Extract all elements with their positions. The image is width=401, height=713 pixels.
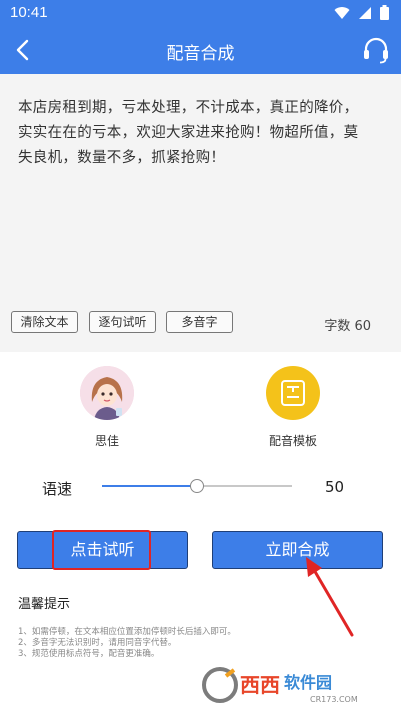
- headset-icon[interactable]: [361, 35, 391, 65]
- tip-item: 1、如需停顿，在文本相应位置添加停顿时长后插入即可。: [18, 627, 236, 637]
- text-editor[interactable]: 本店房租到期，亏本处理，不计成本，真正的降价， 实实在在的亏本，欢迎大家进来抢购…: [0, 74, 401, 352]
- polyphone-button[interactable]: 多音字: [166, 311, 233, 333]
- speaker-avatar[interactable]: [80, 366, 134, 420]
- tip-item: 3、规范使用标点符号，配音更准确。: [18, 649, 160, 659]
- editor-line: 失良机，数量不多，抓紧抢购！: [18, 150, 226, 166]
- watermark-url: CR173.COM: [310, 695, 358, 704]
- watermark-brand: 西西: [240, 673, 280, 697]
- template-label: 配音模板: [268, 434, 317, 448]
- app-bar: 配音合成: [0, 26, 401, 74]
- word-count: 字数 60: [324, 319, 371, 334]
- tip-item: 2、多音字无法识别时，请用同音字代替。: [18, 638, 177, 648]
- watermark-logo: 西西 软件园 CR173.COM: [200, 664, 392, 706]
- speed-slider-fill: [102, 485, 197, 487]
- status-bar: 10:41: [0, 0, 401, 26]
- voice-section: 思佳 配音模板: [0, 352, 401, 452]
- annotation-arrow-icon: [306, 557, 354, 637]
- clear-text-button[interactable]: 清除文本: [11, 311, 78, 333]
- editor-line: 实实在在的亏本，欢迎大家进来抢购！物超所值，莫: [18, 125, 359, 141]
- template-icon: [281, 380, 305, 406]
- template-button[interactable]: [266, 366, 320, 420]
- watermark-site: 软件园: [284, 673, 332, 692]
- preview-button[interactable]: 点击试听: [17, 531, 188, 569]
- status-icons: [334, 5, 389, 20]
- tips-list: 1、如需停顿，在文本相应位置添加停顿时长后插入即可。 2、多音字无法识别时，请用…: [18, 627, 236, 660]
- speed-slider-thumb[interactable]: [190, 479, 204, 493]
- battery-icon: [380, 5, 389, 20]
- editor-line: 本店房租到期，亏本处理，不计成本，真正的降价，: [18, 100, 359, 116]
- speaker-name: 思佳: [94, 434, 119, 448]
- wifi-icon: [334, 6, 350, 19]
- speed-slider[interactable]: [102, 478, 292, 494]
- speaker-avatar-illustration: [80, 366, 134, 420]
- sentence-preview-button[interactable]: 逐句试听: [89, 311, 156, 333]
- speed-label: 语速: [42, 480, 73, 498]
- speed-value: 50: [325, 478, 345, 496]
- page-title: 配音合成: [166, 44, 235, 64]
- cellular-icon: [359, 6, 371, 19]
- status-time: 10:41: [10, 4, 48, 21]
- tips-title: 温馨提示: [18, 597, 71, 612]
- editor-text[interactable]: 本店房租到期，亏本处理，不计成本，真正的降价， 实实在在的亏本，欢迎大家进来抢购…: [18, 96, 386, 171]
